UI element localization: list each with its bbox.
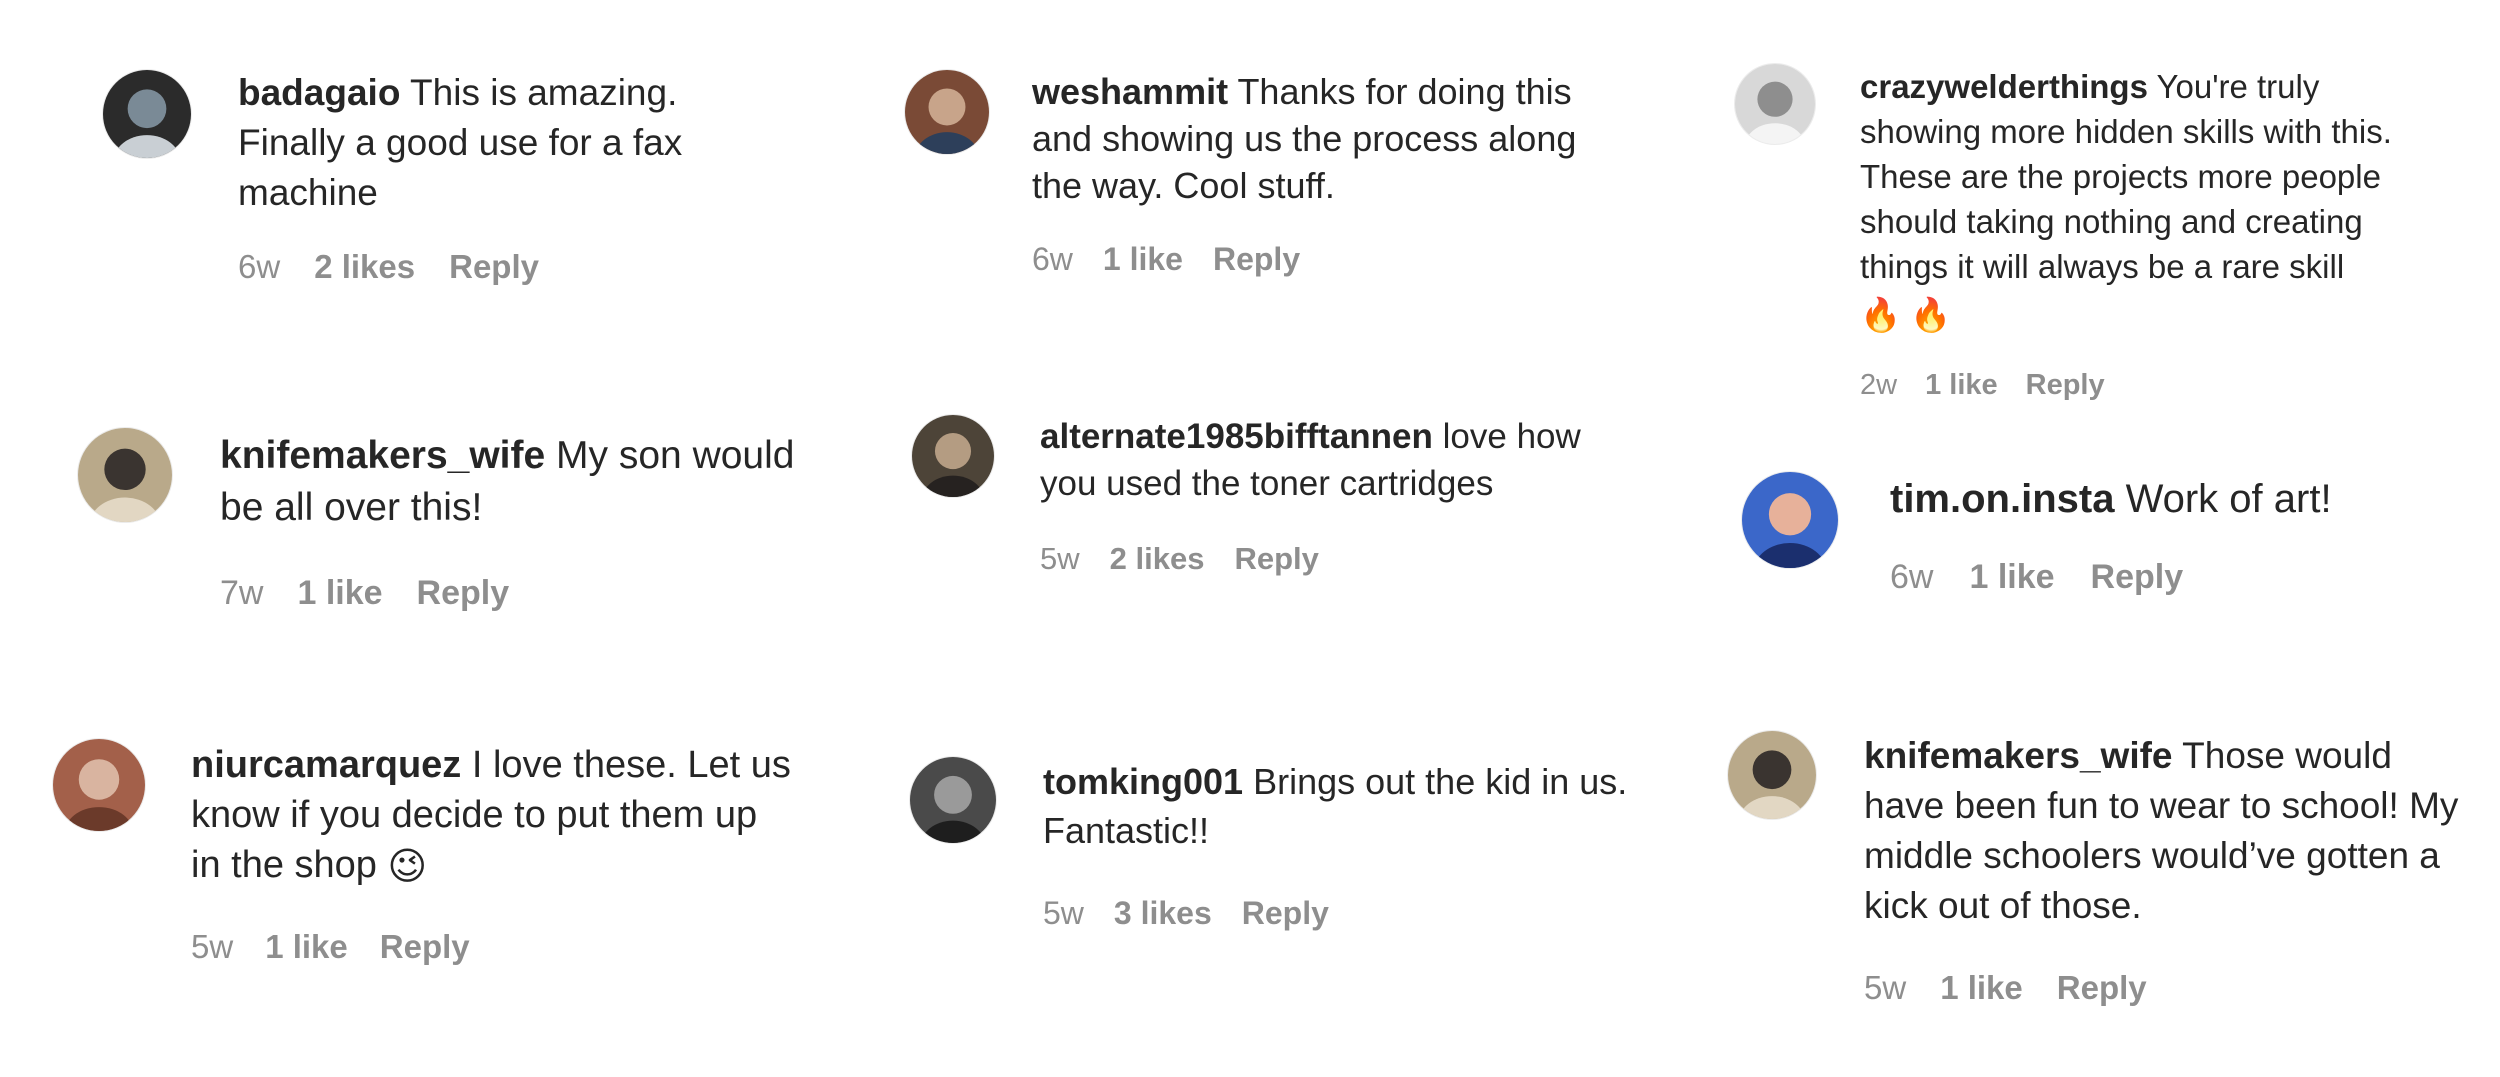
comment-text: alternate1985bifftannen love how you use… [1040, 413, 1630, 507]
comment-text: knifemakers_wife Those would have been f… [1864, 731, 2474, 931]
reply-button[interactable]: Reply [1242, 895, 1329, 932]
comment-timestamp[interactable]: 6w [1890, 558, 1933, 597]
avatar[interactable] [53, 739, 145, 831]
username-link[interactable]: weshammit [1032, 71, 1228, 112]
username-link[interactable]: crazywelderthings [1860, 68, 2148, 105]
likes-count[interactable]: 1 like [1940, 969, 2023, 1007]
comment-body: weshammit Thanks for doing this and show… [1032, 68, 1622, 278]
avatar[interactable] [912, 415, 994, 497]
comment-timestamp[interactable]: 5w [191, 928, 233, 966]
reply-button[interactable]: Reply [2026, 369, 2105, 402]
comment-meta: 7w 1 like Reply [220, 574, 840, 613]
comment-meta: 5w 3 likes Reply [1043, 895, 1663, 932]
avatar[interactable] [103, 70, 191, 158]
reply-button[interactable]: Reply [449, 248, 539, 286]
fire-emoji-icon: 🔥 🔥 [1860, 295, 1952, 333]
likes-count[interactable]: 1 like [1925, 369, 1998, 402]
likes-count[interactable]: 2 likes [1110, 541, 1205, 577]
user-avatar-icon [1728, 731, 1816, 819]
username-link[interactable]: alternate1985bifftannen [1040, 417, 1433, 456]
comment-meta: 5w 2 likes Reply [1040, 541, 1630, 577]
avatar[interactable] [78, 428, 172, 522]
user-avatar-icon [912, 415, 994, 497]
comment-timestamp[interactable]: 5w [1040, 541, 1080, 577]
user-avatar-icon [53, 739, 145, 831]
reply-button[interactable]: Reply [1234, 541, 1318, 577]
comment-timestamp[interactable]: 2w [1860, 369, 1897, 402]
username-link[interactable]: tim.on.insta [1890, 477, 2114, 521]
comment-meta: 5w 1 like Reply [1864, 969, 2474, 1007]
comment-text: crazywelderthings You're truly showing m… [1860, 64, 2420, 337]
comment-meta: 5w 1 like Reply [191, 928, 791, 966]
comment-text: tomking001 Brings out the kid in us. Fan… [1043, 757, 1663, 855]
reply-button[interactable]: Reply [380, 928, 470, 966]
comment-text: weshammit Thanks for doing this and show… [1032, 68, 1622, 209]
comment-body: knifemakers_wife Those would have been f… [1864, 731, 2474, 1007]
comment-timestamp[interactable]: 5w [1864, 969, 1906, 1007]
likes-count[interactable]: 1 like [1969, 558, 2054, 597]
likes-count[interactable]: 3 likes [1114, 895, 1212, 932]
comment-text: tim.on.insta Work of art! [1890, 472, 2450, 526]
comment-meta: 6w 1 like Reply [1032, 241, 1622, 278]
comment-text: niurcamarquez I love these. Let us know … [191, 740, 791, 892]
username-link[interactable]: tomking001 [1043, 761, 1243, 802]
comment-body: tomking001 Brings out the kid in us. Fan… [1043, 757, 1663, 932]
comment-body: badagaio This is amazing. Finally a good… [238, 68, 778, 286]
comment-timestamp[interactable]: 6w [238, 248, 280, 286]
username-link[interactable]: knifemakers_wife [220, 434, 545, 477]
reply-button[interactable]: Reply [1213, 241, 1300, 278]
comment-meta: 6w 2 likes Reply [238, 248, 778, 286]
likes-count[interactable]: 1 like [265, 928, 348, 966]
username-link[interactable]: badagaio [238, 72, 400, 113]
comment-body: knifemakers_wife My son would be all ove… [220, 430, 840, 613]
username-link[interactable]: niurcamarquez [191, 744, 461, 786]
comment-timestamp[interactable]: 6w [1032, 241, 1073, 278]
likes-count[interactable]: 1 like [1103, 241, 1183, 278]
user-avatar-icon [1735, 64, 1815, 144]
comment-meta: 2w 1 like Reply [1860, 369, 2420, 402]
comment-text: knifemakers_wife My son would be all ove… [220, 430, 840, 534]
comment-body: tim.on.insta Work of art! 6w 1 like Repl… [1890, 472, 2450, 597]
avatar[interactable] [905, 70, 989, 154]
reply-button[interactable]: Reply [2091, 558, 2184, 597]
user-avatar-icon [1742, 472, 1838, 568]
username-link[interactable]: knifemakers_wife [1864, 735, 2173, 776]
comment-body: niurcamarquez I love these. Let us know … [191, 740, 791, 966]
likes-count[interactable]: 1 like [297, 574, 382, 613]
comment-body: crazywelderthings You're truly showing m… [1860, 64, 2420, 402]
comment-message: Work of art! [2125, 477, 2332, 521]
comment-text: badagaio This is amazing. Finally a good… [238, 68, 778, 218]
comment-timestamp[interactable]: 5w [1043, 895, 1084, 932]
reply-button[interactable]: Reply [2057, 969, 2147, 1007]
avatar[interactable] [1728, 731, 1816, 819]
likes-count[interactable]: 2 likes [314, 248, 415, 286]
avatar[interactable] [1735, 64, 1815, 144]
avatar[interactable] [910, 757, 996, 843]
user-avatar-icon [103, 70, 191, 158]
reply-button[interactable]: Reply [417, 574, 510, 613]
user-avatar-icon [905, 70, 989, 154]
user-avatar-icon [910, 757, 996, 843]
comment-body: alternate1985bifftannen love how you use… [1040, 413, 1630, 577]
comment-timestamp[interactable]: 7w [220, 574, 263, 613]
avatar[interactable] [1742, 472, 1838, 568]
wink-emoji-icon: 😉 [387, 845, 428, 888]
comment-meta: 6w 1 like Reply [1890, 558, 2450, 597]
user-avatar-icon [78, 428, 172, 522]
